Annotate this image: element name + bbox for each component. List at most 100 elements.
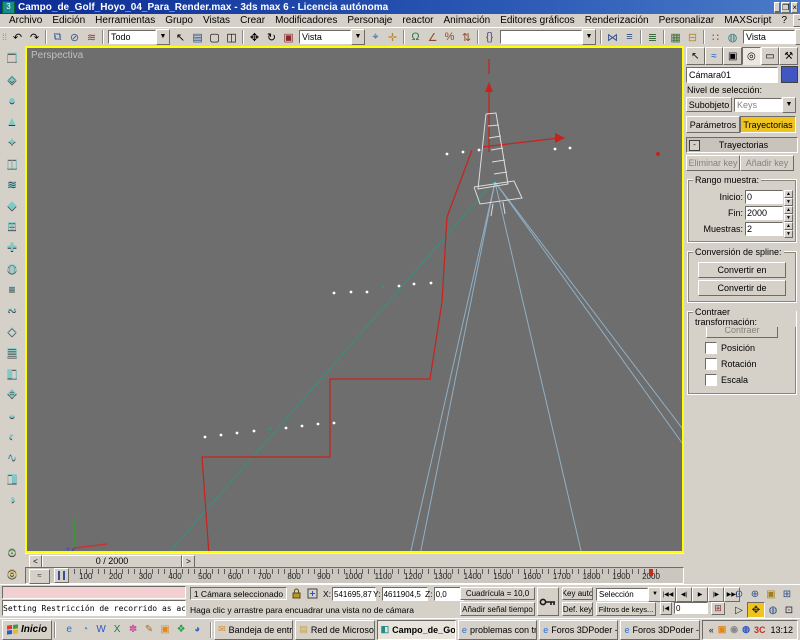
minimize-icon[interactable]: _	[773, 1, 781, 13]
min-max-toggle-icon[interactable]: ⊡	[781, 603, 797, 617]
render-type-dropdown[interactable]: Vista▼	[743, 29, 800, 45]
chevron-down-icon[interactable]: ▼	[156, 29, 171, 45]
bind-spacewarp-icon[interactable]: ≋	[83, 29, 100, 45]
mirror-icon[interactable]: ⋈	[604, 29, 621, 45]
samples-field[interactable]	[745, 222, 783, 236]
track-bar[interactable]: ≈ 100 200 300 400 500 600 700 800 900 1000 1100 120…	[25, 567, 684, 584]
maxscript-mini-listener[interactable]	[2, 586, 186, 599]
tab-plant-icon[interactable]: ◍	[2, 258, 22, 277]
spinner-up-icon[interactable]: ▲	[784, 206, 793, 214]
material-editor-icon[interactable]: ∷	[707, 29, 724, 45]
zoom-region-tool-icon[interactable]: ⊙	[2, 542, 22, 561]
arc-rotate-icon[interactable]: ◍	[765, 603, 781, 617]
angle-snap-icon[interactable]: ∠	[424, 29, 441, 45]
quicklaunch-calendar-icon[interactable]: ▣	[157, 622, 173, 638]
checkbox-row-escala[interactable]: Escala	[705, 374, 793, 386]
menu-animaci-n[interactable]: Animación	[439, 15, 496, 26]
select-link-icon[interactable]: ⧉	[49, 29, 66, 45]
current-frame-field[interactable]: 0	[674, 602, 708, 614]
toolbar-drag-handle[interactable]: ⁞⁞	[2, 32, 7, 42]
trajectories-button[interactable]: Trayectorias	[740, 116, 796, 133]
object-color-swatch[interactable]	[781, 66, 798, 83]
tab-springs-icon[interactable]: ≋	[2, 174, 22, 193]
prev-frame-button[interactable]: ◀|	[676, 587, 692, 602]
delete-key-button[interactable]: Eliminar key	[686, 155, 740, 171]
tray-3c-icon[interactable]: 3C	[754, 625, 766, 635]
tab-knife-icon[interactable]: ◆	[2, 195, 22, 214]
chevron-down-icon[interactable]: ▼	[351, 29, 366, 45]
quicklaunch-excel-icon[interactable]: X	[109, 622, 125, 638]
tab-objects-icon[interactable]: ❒	[2, 48, 22, 67]
zoom-extents-all-icon[interactable]: ⊞	[779, 587, 795, 601]
schematic-view-icon[interactable]: ⊟	[684, 29, 701, 45]
tab-shapes-icon[interactable]: ◈	[2, 69, 22, 88]
subobject-button[interactable]: Subobjeto	[686, 97, 732, 112]
tray-network-icon[interactable]: ◍	[742, 624, 750, 635]
task-bandeja[interactable]: ✉Bandeja de entrada ...	[214, 619, 294, 640]
unlink-icon[interactable]: ⊘	[66, 29, 83, 45]
tab-modify[interactable]: ≈	[704, 47, 724, 65]
render-last-tool-icon[interactable]: ◎	[2, 563, 22, 582]
menu-maxscript[interactable]: MAXScript	[719, 15, 776, 26]
viewport-label[interactable]: Perspectiva	[31, 50, 83, 61]
tab-shirt-icon[interactable]: ◨	[2, 468, 22, 487]
end-field[interactable]	[745, 206, 783, 220]
absolute-offset-icon[interactable]	[306, 587, 319, 600]
curve-editor-icon[interactable]: ▦	[667, 29, 684, 45]
convert-to-button[interactable]: Convertir en	[698, 262, 786, 278]
checkbox-row-posicin[interactable]: Posición	[705, 342, 793, 354]
tab-waves-icon[interactable]: ∾	[2, 300, 22, 319]
reference-coordinate-dropdown[interactable]: Vista ▼	[299, 29, 366, 45]
selection-lock-icon[interactable]	[290, 587, 303, 600]
tab-render-preset-icon[interactable]: ◫	[2, 153, 22, 172]
task-foros-pow[interactable]: eForos 3DPoder - pow...	[539, 619, 619, 640]
named-selections-icon[interactable]: {}	[481, 29, 498, 45]
percent-snap-icon[interactable]: %	[441, 29, 458, 45]
start-spinner[interactable]: ▲ ▼	[784, 190, 793, 206]
samples-spinner[interactable]: ▲ ▼	[784, 222, 793, 238]
minimize-icon[interactable]: ─	[793, 14, 800, 27]
chevron-down-icon[interactable]: ▼	[795, 29, 800, 45]
tab-palette-icon[interactable]: ◐	[2, 426, 22, 445]
tab-utilities[interactable]: ⚒	[779, 47, 799, 65]
tray-chevrons-icon[interactable]: «	[709, 625, 714, 635]
quicklaunch-flower-icon[interactable]: ✽	[125, 622, 141, 638]
grid-setting[interactable]: Cuadrícula = 10,0	[460, 587, 535, 600]
go-start-button[interactable]: |◀◀	[660, 587, 676, 602]
tab-giraffe-icon[interactable]: ▤	[2, 342, 22, 361]
menu-vistas[interactable]: Vistas	[198, 15, 235, 26]
add-time-tag-button[interactable]: Añadir señal tiempo	[460, 602, 535, 616]
time-config-button[interactable]: ⊞	[711, 602, 725, 615]
tab-display[interactable]: ▭	[760, 47, 780, 65]
tray-user-icon[interactable]: ◉	[730, 624, 738, 635]
zoom-icon[interactable]: ⊙	[731, 587, 747, 601]
close-icon[interactable]: ×	[791, 1, 798, 13]
use-pivot-icon[interactable]: ⌖	[367, 29, 384, 45]
trajectory-key-mark[interactable]	[649, 569, 653, 576]
menu-crear[interactable]: Crear	[235, 15, 270, 26]
menu-herramientas[interactable]: Herramientas	[90, 15, 160, 26]
select-rotate-icon[interactable]: ↻	[263, 29, 280, 45]
end-spinner[interactable]: ▲ ▼	[784, 206, 793, 222]
subobject-dropdown[interactable]: Keys ▼	[734, 96, 796, 113]
convert-from-button[interactable]: Convertir de	[698, 280, 786, 296]
add-key-button[interactable]: Añadir key	[740, 155, 794, 171]
selection-region-icon[interactable]: ▢	[206, 29, 223, 45]
track-bar-handle[interactable]	[54, 568, 69, 583]
quicklaunch-word-icon[interactable]: W	[93, 622, 109, 638]
align-icon[interactable]: ≡	[621, 29, 638, 45]
start-field[interactable]	[745, 190, 783, 204]
tab-hand-icon[interactable]: ◒	[2, 405, 22, 424]
task-problemas[interactable]: eproblemas con traye...	[457, 619, 538, 640]
tab-compounds-icon[interactable]: ●	[2, 90, 22, 109]
menu-edici-n[interactable]: Edición	[47, 15, 90, 26]
undo-icon[interactable]: ↶	[9, 29, 26, 45]
goto-start-button[interactable]: |◀	[660, 602, 672, 615]
object-name-field[interactable]	[686, 66, 778, 83]
menu-editores-gr-ficos[interactable]: Editores gráficos	[495, 15, 579, 26]
next-frame-button[interactable]: |▶	[708, 587, 724, 602]
render-scene-icon[interactable]: ◍	[724, 29, 741, 45]
select-scale-icon[interactable]: ▣	[280, 29, 297, 45]
tab-feather-icon[interactable]: ≡	[2, 279, 22, 298]
tab-flashlight-icon[interactable]: ⊞	[2, 216, 22, 235]
